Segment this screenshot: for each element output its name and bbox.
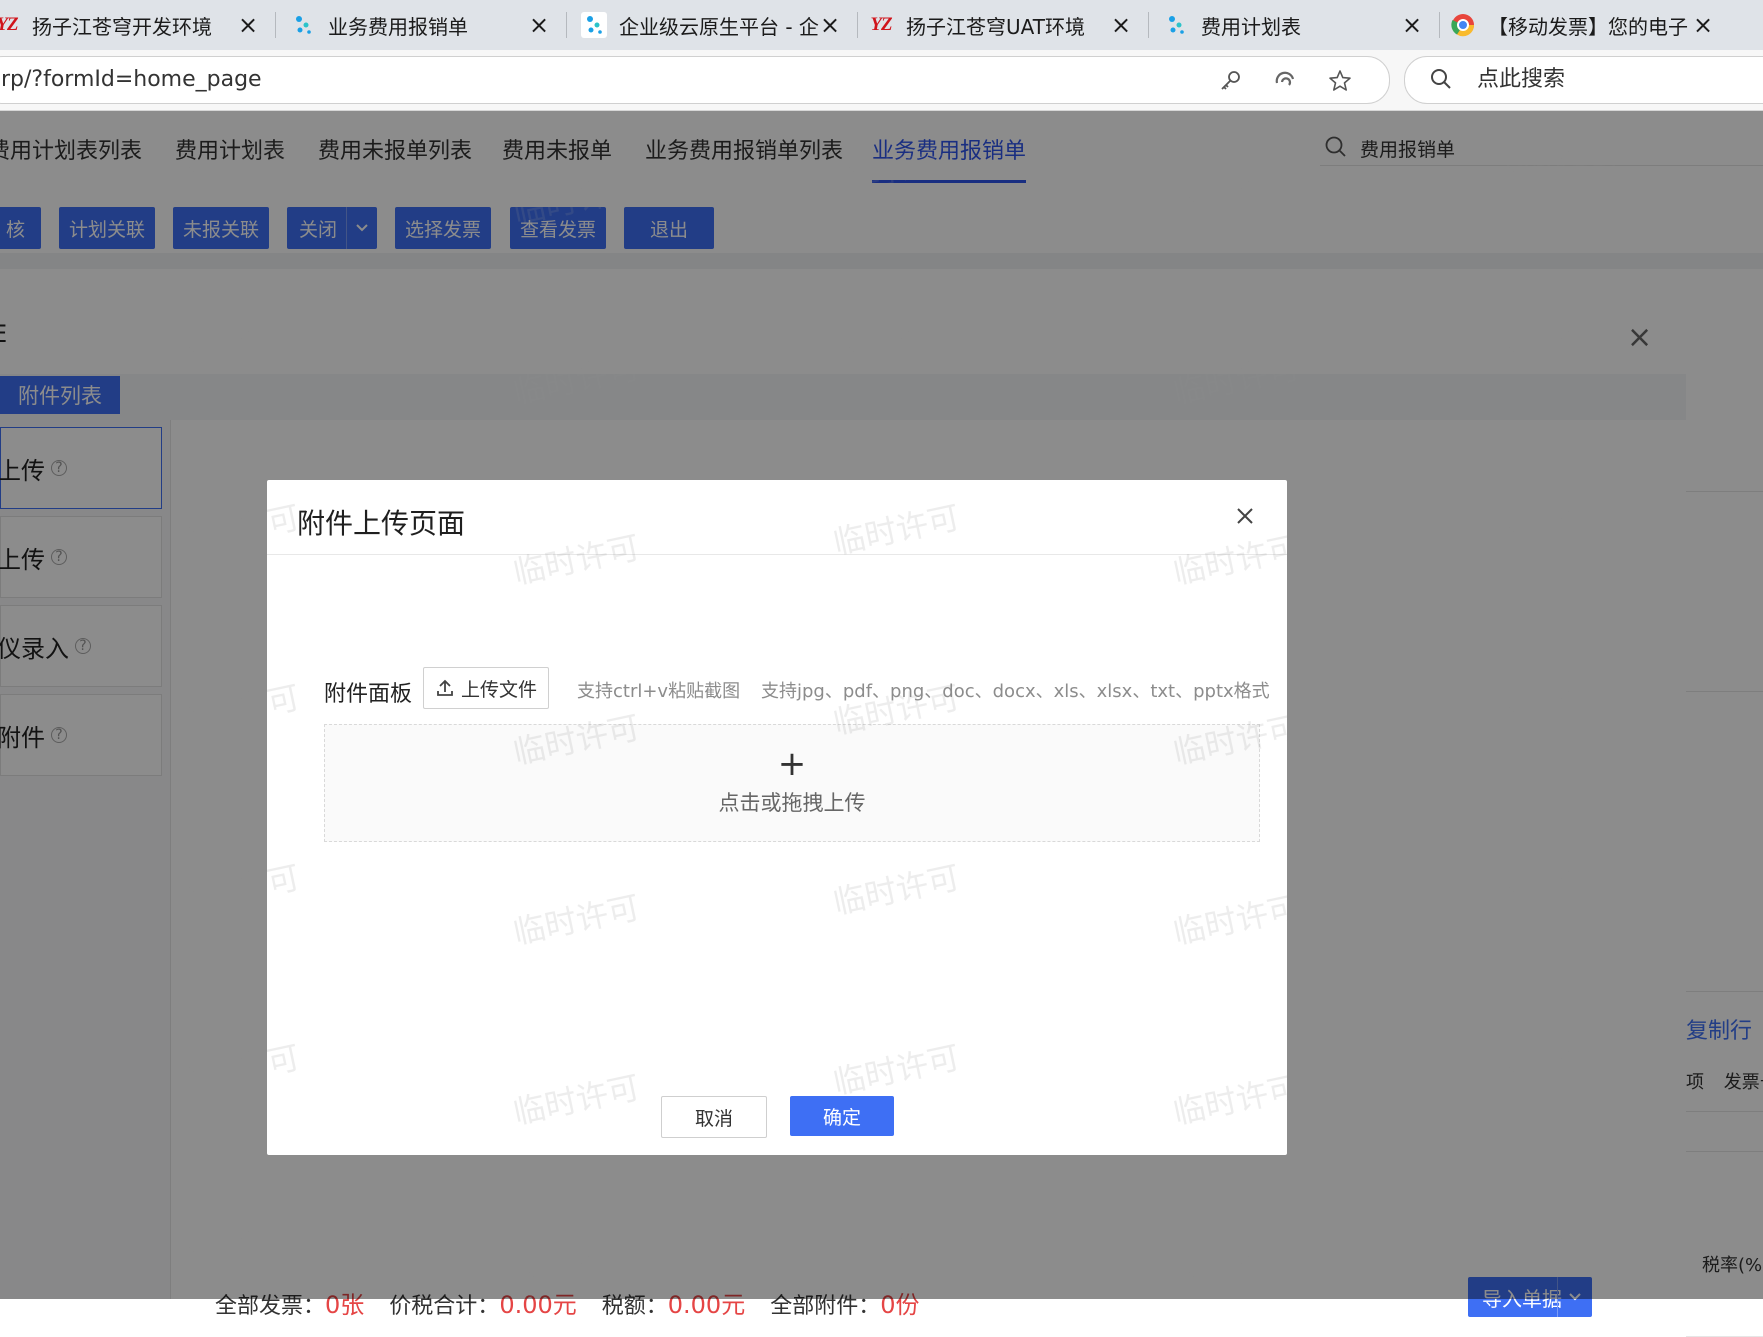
yz-logo-icon: YZ bbox=[0, 14, 19, 35]
upload-modal-title: 附件上传页面 bbox=[297, 507, 466, 540]
cloud-dots-icon bbox=[581, 12, 607, 38]
browser-tab[interactable]: 费用计划表 × bbox=[1149, 0, 1440, 50]
upload-file-button[interactable]: 上传文件 bbox=[423, 667, 549, 709]
dropzone-text: 点击或拖拽上传 bbox=[718, 791, 866, 815]
close-tab-icon[interactable]: × bbox=[1109, 12, 1133, 38]
chrome-like-icon bbox=[1450, 12, 1476, 38]
cloud-dots-icon bbox=[1163, 12, 1189, 38]
favorite-star-icon[interactable] bbox=[1326, 67, 1354, 95]
close-tab-icon[interactable]: × bbox=[1691, 12, 1715, 38]
cloud-dots-icon bbox=[290, 12, 316, 38]
upload-icon bbox=[437, 679, 453, 696]
url-text[interactable]: rp/?formId=home_page bbox=[1, 57, 262, 103]
browser-tab-strip: YZ 扬子江苍穹开发环境 × 业务费用报销单 × 企业级云原生平台 - 企业 ×… bbox=[0, 0, 1763, 50]
paste-hint: 支持ctrl+v粘贴截图 bbox=[577, 681, 741, 702]
close-tab-icon[interactable]: × bbox=[527, 12, 551, 38]
browser-tab[interactable]: 业务费用报销单 × bbox=[276, 0, 567, 50]
close-icon[interactable] bbox=[1231, 502, 1259, 530]
format-hint: 支持jpg、pdf、png、doc、docx、xls、xlsx、txt、pptx… bbox=[761, 681, 1270, 702]
address-bar[interactable]: rp/?formId=home_page bbox=[0, 56, 1390, 104]
close-tab-icon[interactable]: × bbox=[1400, 12, 1424, 38]
upload-dropzone[interactable]: + 点击或拖拽上传 bbox=[324, 724, 1260, 842]
key-icon[interactable] bbox=[1216, 67, 1244, 95]
upload-modal: 附件上传页面 附件面板 上传文件 支持ctrl+v粘贴截图 支持jpg、pdf、… bbox=[267, 480, 1287, 1155]
confirm-button[interactable]: 确定 bbox=[790, 1096, 894, 1136]
reader-icon[interactable] bbox=[1271, 67, 1299, 95]
browser-search-box[interactable]: 点此搜索 bbox=[1404, 56, 1763, 104]
yz-logo-icon: YZ bbox=[870, 14, 892, 35]
search-placeholder: 点此搜索 bbox=[1477, 67, 1566, 92]
attachment-panel-label: 附件面板 bbox=[324, 682, 413, 707]
search-icon bbox=[1429, 67, 1453, 95]
address-bar-row: rp/?formId=home_page 点此搜索 bbox=[0, 50, 1763, 111]
upload-modal-header: 附件上传页面 bbox=[267, 480, 1287, 555]
upload-file-label: 上传文件 bbox=[460, 678, 537, 701]
cancel-button[interactable]: 取消 bbox=[661, 1096, 767, 1138]
browser-tab[interactable]: YZ 扬子江苍穹开发环境 × bbox=[0, 0, 276, 50]
plus-icon: + bbox=[777, 744, 807, 784]
browser-tab[interactable]: 【移动发票】您的电子发 × bbox=[1440, 0, 1731, 50]
browser-tab[interactable]: 企业级云原生平台 - 企业 × bbox=[567, 0, 858, 50]
close-tab-icon[interactable]: × bbox=[818, 12, 842, 38]
browser-tab[interactable]: YZ 扬子江苍穹UAT环境 × bbox=[858, 0, 1149, 50]
close-tab-icon[interactable]: × bbox=[236, 12, 260, 38]
